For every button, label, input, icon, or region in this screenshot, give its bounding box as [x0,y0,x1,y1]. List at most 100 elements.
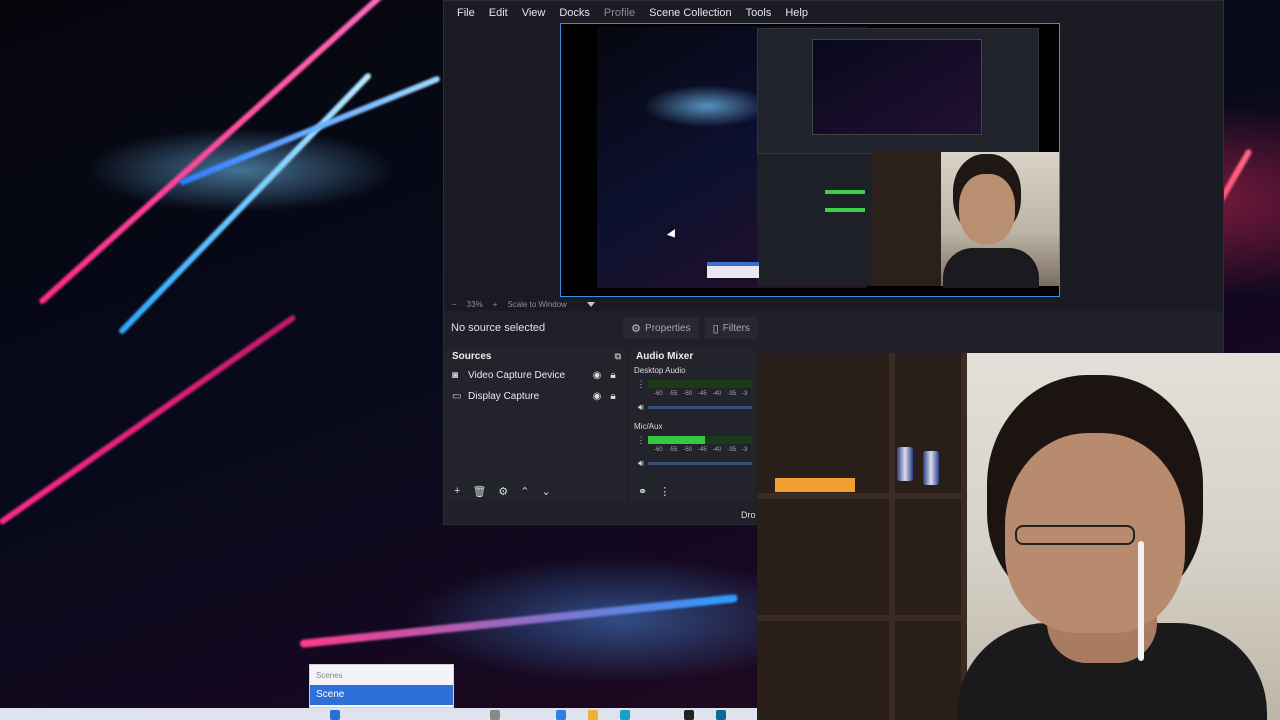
webcam-box [775,478,855,492]
menu-profile[interactable]: Profile [597,7,642,19]
tick-label: -3 [742,447,748,453]
zoom-bar: − 33% + Scale to Window [444,297,1223,311]
zoom-out-button[interactable]: − [452,300,457,309]
filters-button[interactable]: ▯ Filters [704,317,758,339]
menu-view[interactable]: View [515,7,553,19]
preview-canvas[interactable] [560,23,1060,297]
shelf-post [889,353,895,720]
source-item-display-capture[interactable]: ▭ Display Capture ◉ 🔒︎ [446,386,627,407]
preview-webcam-body [943,248,1039,288]
shelf-plank [757,493,967,499]
menu-help[interactable]: Help [778,7,815,19]
kebab-menu-icon[interactable]: ⋮ [634,435,648,446]
source-label: Video Capture Device [468,370,566,381]
preview-webcam-person [959,174,1015,244]
taskbar-app-icon[interactable] [490,710,500,720]
gear-icon: ⚙ [631,322,642,335]
webcam-person-glasses [1015,525,1135,545]
menu-file[interactable]: File [450,7,482,19]
chevron-down-icon[interactable] [586,301,595,307]
wallpaper-streak [0,314,297,526]
undock-icon[interactable]: ⧉ [615,351,621,362]
sources-header: Sources ⧉ [446,347,627,365]
properties-button[interactable]: ⚙ Properties [623,317,699,339]
zoom-value: 33% [466,299,483,309]
zoom-in-button[interactable]: + [493,300,498,309]
sources-dock: Sources ⧉ ◙ Video Capture Device ◉ 🔒︎ ▭ … [446,347,627,502]
tick-label: -35 [727,391,737,397]
volume-slider[interactable] [648,461,752,465]
taskbar-app-icon[interactable] [588,710,598,720]
shelf-post [961,353,967,720]
tick-label: -3 [742,391,748,397]
menu-scene-collection[interactable]: Scene Collection [642,7,739,19]
sources-toolbar: + 🗑︎ ⚙ ⌃ ⌄ [446,480,627,502]
menu-tools[interactable]: Tools [739,7,779,19]
tick-label: -50 [683,391,693,397]
eye-icon[interactable]: ◉ [589,391,605,402]
speaker-icon[interactable]: 🔊︎ [634,458,648,469]
mixer-toolbar: ⚭ ⋮ [630,480,756,502]
context-bar: No source selected ⚙ Properties ▯ Filter… [444,313,1223,343]
meter-row: ⋮ [634,433,752,447]
arrow-down-icon[interactable]: ⌄ [542,485,551,498]
wallpaper-streak [178,75,441,186]
speaker-icon[interactable]: 🔊︎ [634,402,648,413]
taskbar-app-icon[interactable] [556,710,566,720]
volume-slider[interactable] [648,405,752,409]
preview-webcam [871,152,1059,288]
meter-row: ⋮ [634,377,752,391]
shelf-plank [757,615,967,621]
taskbar-app-icon[interactable] [684,710,694,720]
lock-icon[interactable]: 🔒︎ [605,370,621,381]
trash-icon[interactable]: 🗑︎ [472,485,486,498]
webcam-shelf [757,353,967,720]
tick-label: -50 [683,447,693,453]
mixer-header: Audio Mixer [630,347,756,365]
filter-icon: ▯ [712,322,719,335]
webcam-can [897,447,913,481]
channel-name: Mic/Aux [634,422,663,431]
lock-icon[interactable]: 🔒︎ [605,391,621,402]
wallpaper-streak [37,0,384,306]
preview-nested-screen [757,28,1039,154]
menu-bar: File Edit View Docks Profile Scene Colle… [444,1,1223,25]
kebab-menu-icon[interactable]: ⋮ [634,379,648,390]
webcam-overlay [757,353,1280,720]
menu-docks[interactable]: Docks [552,7,597,19]
start-icon[interactable] [330,710,340,720]
camera-icon: ◙ [452,370,459,381]
taskbar-app-icon[interactable] [716,710,726,720]
taskbar-app-icon[interactable] [620,710,630,720]
tick-label: -55 [668,391,678,397]
tick-label: -45 [698,391,707,397]
meter-fill [648,436,706,444]
wallpaper-streak [117,71,373,336]
webcam-can [923,451,939,485]
tick-label: -40 [712,447,722,453]
volume-row: 🔊︎ [634,401,752,413]
kebab-menu-icon[interactable]: ⋮ [659,485,670,498]
webcam-earphone [1138,541,1144,661]
source-label: Display Capture [468,391,540,402]
scale-mode[interactable]: Scale to Window [507,300,567,309]
link-icon[interactable]: ⚭ [638,485,647,498]
audio-mixer-dock: Audio Mixer Desktop Audio ⋮ -60 -55 -50 … [630,347,756,502]
meter-ticks: -60 -55 -50 -45 -40 -35 -3 [634,391,752,401]
arrow-up-icon[interactable]: ⌃ [520,485,529,498]
tick-label: -40 [712,391,722,397]
scene-item-selected[interactable]: Scene [310,685,453,705]
volume-row: 🔊︎ [634,457,752,469]
wallpaper-streak [299,594,739,648]
menu-edit[interactable]: Edit [482,7,515,19]
preview-area[interactable] [444,23,1223,297]
source-item-video-capture[interactable]: ◙ Video Capture Device ◉ 🔒︎ [446,365,627,386]
tick-label: -60 [654,447,663,453]
properties-label: Properties [645,322,691,334]
gear-icon[interactable]: ⚙ [498,485,508,498]
eye-icon[interactable]: ◉ [589,370,605,381]
scenes-dock: Scenes Scene [309,664,454,708]
mixer-channel-desktop-audio: Desktop Audio ⋮ -60 -55 -50 -45 -40 -35 … [630,365,756,413]
preview-popup [707,262,759,278]
add-source-icon[interactable]: + [454,485,460,497]
